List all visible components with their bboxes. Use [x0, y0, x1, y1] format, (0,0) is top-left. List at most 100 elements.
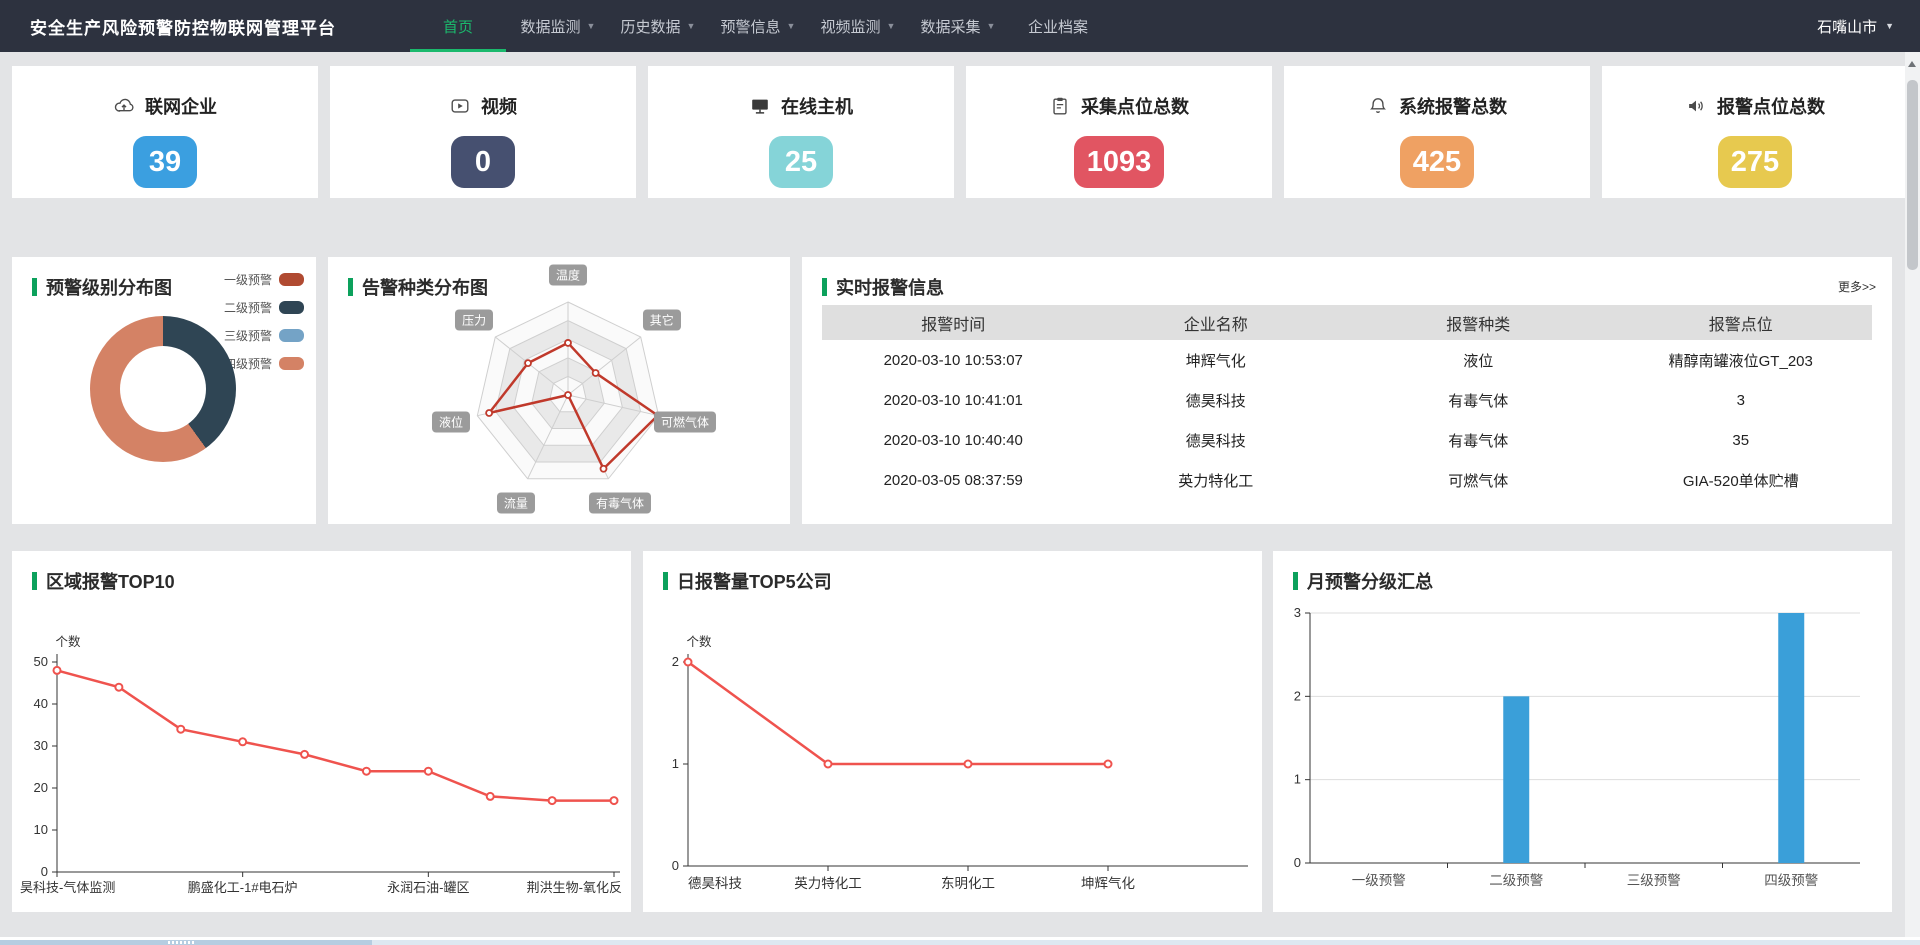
table-cell: 德昊科技 — [1085, 390, 1348, 411]
stat-card-4: 采集点位总数1093 — [966, 66, 1272, 198]
radar-data-point — [486, 410, 492, 416]
horizontal-scrollbar-thumb[interactable] — [0, 940, 372, 945]
stat-card-1: 联网企业 39 — [12, 66, 318, 198]
nav-item-label: 历史数据 — [621, 16, 681, 37]
axis-tick-label: 1 — [1294, 772, 1301, 787]
stat-card-header: 在线主机 — [749, 93, 853, 119]
nav-item-4[interactable]: 预警信息▼ — [708, 0, 808, 52]
axis-tick-label: 0 — [41, 864, 48, 879]
table-cell: 2020-03-10 10:53:07 — [822, 352, 1085, 369]
panel-title: 月预警分级汇总 — [1293, 568, 1433, 594]
stat-card-6: 报警点位总数275 — [1602, 66, 1908, 198]
scroll-up-icon[interactable] — [1908, 61, 1916, 67]
axis-tick-label: 1 — [672, 756, 679, 771]
radar-data-point — [601, 466, 607, 472]
data-point — [54, 667, 61, 674]
vertical-scrollbar[interactable] — [1905, 52, 1920, 937]
legend-label: 二级预警 — [224, 299, 272, 316]
data-point — [425, 768, 432, 775]
nav-item-3[interactable]: 历史数据 ▼ — [608, 0, 708, 52]
title-accent-bar — [1293, 572, 1298, 590]
table-cell: 2020-03-10 10:40:40 — [822, 432, 1085, 449]
more-link[interactable]: 更多>> — [1838, 278, 1876, 295]
panel-monthly-warning-summary: 0123一级预警二级预警三级预警四级预警 月预警分级汇总 — [1273, 551, 1892, 912]
title-accent-bar — [663, 572, 668, 590]
axis-tick-label: 2 — [672, 654, 679, 669]
table-cell: 35 — [1610, 432, 1873, 449]
radar-data-point — [565, 392, 571, 398]
table-cell: 液位 — [1347, 350, 1610, 371]
stat-card-header: 联网企业 — [113, 93, 217, 119]
table-header-cell: 企业名称 — [1085, 311, 1348, 335]
stat-value-badge: 425 — [1400, 136, 1474, 188]
axis-tick-label: 50 — [34, 654, 48, 669]
data-point — [239, 738, 246, 745]
region-label: 石嘴山市 — [1817, 16, 1877, 37]
top5-line-chart: 个数012德昊科技英力特化工东明化工坤辉气化 — [643, 551, 1262, 912]
table-cell: 2020-03-05 08:37:59 — [822, 472, 1085, 489]
axis-tick-label: 3 — [1294, 605, 1301, 620]
legend-swatch — [279, 357, 304, 370]
data-point — [965, 761, 972, 768]
axis-tick-label: 20 — [34, 780, 48, 795]
stat-value-badge: 39 — [133, 136, 197, 188]
line-series — [688, 662, 1108, 764]
nav-item-label: 数据采集 — [921, 16, 981, 37]
table-row: 2020-03-10 10:40:40德昊科技有毒气体35 — [822, 420, 1872, 460]
region-selector[interactable]: 石嘴山市 ▼ — [1817, 0, 1920, 52]
stat-card-header: 系统报警总数 — [1367, 93, 1507, 119]
data-point — [301, 751, 308, 758]
table-row: 2020-03-05 08:37:59英力特化工可燃气体GIA-520单体贮槽 — [822, 460, 1872, 500]
table-row: 2020-03-10 10:53:07坤辉气化液位精醇南罐液位GT_203 — [822, 340, 1872, 380]
title-accent-bar — [32, 278, 37, 296]
app-title: 安全生产风险预警防控物联网管理平台 — [0, 14, 336, 39]
nav-item-5[interactable]: 视频监测▼ — [808, 0, 908, 52]
data-point — [177, 726, 184, 733]
clipboard-icon — [1049, 95, 1071, 117]
table-header-cell: 报警种类 — [1347, 311, 1610, 335]
x-axis-label: 二级预警 — [1489, 873, 1543, 888]
table-cell: 3 — [1610, 392, 1873, 409]
nav-item-6[interactable]: 数据采集▼ — [908, 0, 1008, 52]
data-point — [487, 793, 494, 800]
vertical-scrollbar-thumb[interactable] — [1907, 80, 1918, 270]
stat-label: 在线主机 — [781, 93, 853, 119]
title-accent-bar — [348, 278, 353, 296]
x-axis-label: 三级预警 — [1627, 873, 1681, 888]
panel-realtime-alarms: 实时报警信息 更多>> 报警时间企业名称报警种类报警点位2020-03-10 1… — [802, 257, 1892, 524]
panel-daily-alarm-top5: 个数012德昊科技英力特化工东明化工坤辉气化 日报警量TOP5公司 — [643, 551, 1262, 912]
nav-item-2[interactable]: 数据监测▼ — [508, 0, 608, 52]
title-accent-bar — [32, 572, 37, 590]
data-point — [825, 761, 832, 768]
data-point — [1105, 761, 1112, 768]
table-header-row: 报警时间企业名称报警种类报警点位 — [822, 305, 1872, 340]
table-cell: GIA-520单体贮槽 — [1610, 470, 1873, 491]
nav-item-1[interactable]: 首页 — [408, 0, 508, 52]
legend-item: 二级预警 — [224, 299, 304, 316]
donut-hole — [120, 346, 206, 432]
stat-card-header: 采集点位总数 — [1049, 93, 1189, 119]
alarm-table: 报警时间企业名称报警种类报警点位2020-03-10 10:53:07坤辉气化液… — [822, 305, 1872, 500]
bell-icon — [1367, 95, 1389, 117]
data-point — [115, 684, 122, 691]
horizontal-scrollbar[interactable] — [0, 937, 1920, 945]
panel-title: 告警种类分布图 — [348, 274, 488, 300]
radar-axis-label: 流量 — [497, 493, 535, 514]
table-cell: 有毒气体 — [1347, 430, 1610, 451]
legend-swatch — [279, 329, 304, 342]
panel-region-alarm-top10: 个数01020304050昊科技-气体监测鹏盛化工-1#电石炉永润石油-罐区荆洪… — [12, 551, 631, 912]
nav-item-7[interactable]: 企业档案 — [1008, 0, 1108, 52]
legend-swatch — [279, 273, 304, 286]
x-axis-label: 永润石油-罐区 — [387, 880, 469, 895]
stat-label: 系统报警总数 — [1399, 93, 1507, 119]
data-point — [363, 768, 370, 775]
radar-data-point — [593, 370, 599, 376]
donut-legend: 一级预警二级预警三级预警四级预警 — [224, 271, 304, 383]
x-axis-label: 英力特化工 — [794, 875, 862, 891]
panel-alarm-type-distribution: 告警种类分布图 温度其它可燃气体有毒气体流量液位压力 — [328, 257, 790, 524]
radar-axis-label: 可燃气体 — [654, 411, 716, 432]
chevron-down-icon: ▼ — [687, 21, 696, 31]
nav-menu: 首页数据监测▼ 历史数据 ▼ 预警信息▼视频监测▼数据采集▼企业档案 — [408, 0, 1108, 52]
y-axis-name: 个数 — [55, 634, 81, 649]
panel-title: 区域报警TOP10 — [32, 568, 175, 594]
